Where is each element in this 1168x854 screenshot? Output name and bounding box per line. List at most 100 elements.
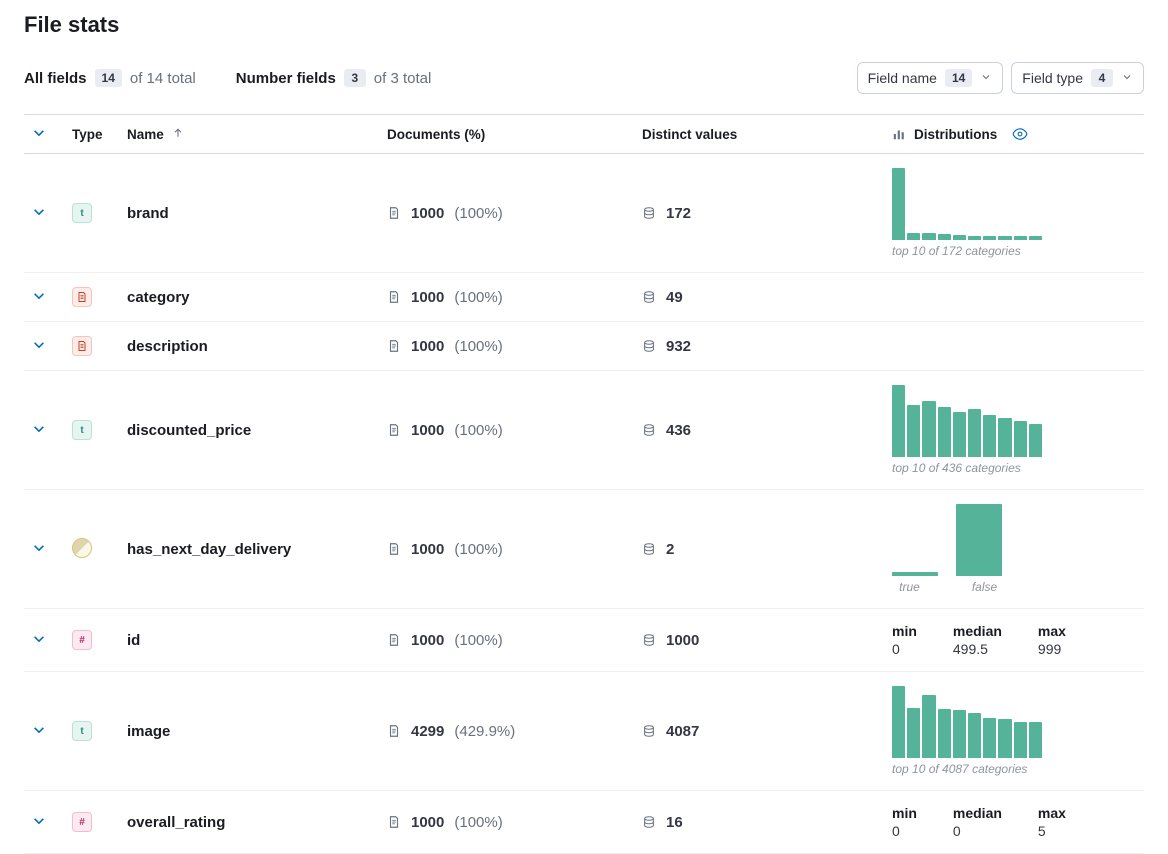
distribution-caption: top 10 of 436 categories bbox=[892, 461, 1136, 475]
number-fields-suffix: of 3 total bbox=[374, 70, 432, 87]
document-icon bbox=[387, 339, 401, 353]
database-icon bbox=[642, 633, 656, 647]
number-type-icon: # bbox=[72, 812, 92, 832]
expand-row-button[interactable] bbox=[32, 814, 46, 828]
table-row: t discounted_price 1000 (100%) 436 top 1… bbox=[24, 371, 1144, 490]
document-percentage: (100%) bbox=[454, 632, 502, 649]
expand-row-button[interactable] bbox=[32, 205, 46, 219]
field-name-filter-label: Field name bbox=[868, 70, 937, 86]
table-header-row: Type Name Documents (%) Distinct values … bbox=[24, 115, 1144, 154]
expand-row-button[interactable] bbox=[32, 289, 46, 303]
eye-icon[interactable] bbox=[1011, 125, 1029, 143]
text-type-icon: t bbox=[72, 721, 92, 741]
boolean-type-icon bbox=[72, 538, 92, 558]
field-type-filter-button[interactable]: Field type 4 bbox=[1011, 62, 1144, 94]
expand-row-button[interactable] bbox=[32, 632, 46, 646]
database-icon bbox=[642, 542, 656, 556]
expand-row-button[interactable] bbox=[32, 723, 46, 737]
distributions-column-header: Distributions bbox=[884, 115, 1144, 154]
distribution-sparkline: top 10 of 172 categories bbox=[892, 168, 1136, 258]
distinct-value-count: 4087 bbox=[666, 723, 699, 740]
document-icon bbox=[387, 206, 401, 220]
document-count: 1000 bbox=[411, 205, 444, 222]
text-type-icon: t bbox=[72, 203, 92, 223]
toolbar: All fields 14 of 14 total Number fields … bbox=[24, 54, 1144, 114]
database-icon bbox=[642, 423, 656, 437]
field-name: has_next_day_delivery bbox=[127, 541, 291, 558]
document-icon bbox=[387, 815, 401, 829]
table-row: # overall_rating 1000 (100%) 16 min0 med… bbox=[24, 791, 1144, 854]
name-column-label: Name bbox=[127, 127, 164, 142]
document-count: 1000 bbox=[411, 289, 444, 306]
distinct-value-count: 16 bbox=[666, 814, 683, 831]
distinct-column-header[interactable]: Distinct values bbox=[634, 115, 884, 154]
all-fields-suffix: of 14 total bbox=[130, 70, 196, 87]
document-percentage: (100%) bbox=[454, 422, 502, 439]
distinct-value-count: 436 bbox=[666, 422, 691, 439]
database-icon bbox=[642, 815, 656, 829]
field-name-filter-button[interactable]: Field name 14 bbox=[857, 62, 1004, 94]
document-percentage: (100%) bbox=[454, 205, 502, 222]
distinct-value-count: 2 bbox=[666, 541, 674, 558]
document-percentage: (100%) bbox=[454, 814, 502, 831]
document-percentage: (100%) bbox=[454, 289, 502, 306]
chevron-down-icon bbox=[1121, 70, 1133, 86]
database-icon bbox=[642, 724, 656, 738]
distribution-sparkline: top 10 of 436 categories bbox=[892, 385, 1136, 475]
expand-column-header[interactable] bbox=[24, 115, 64, 154]
table-row: has_next_day_delivery 1000 (100%) 2 true… bbox=[24, 490, 1144, 609]
document-type-icon bbox=[72, 336, 92, 356]
document-icon bbox=[387, 290, 401, 304]
document-icon bbox=[387, 724, 401, 738]
number-fields-label: Number fields bbox=[236, 70, 336, 87]
distribution-caption: top 10 of 4087 categories bbox=[892, 762, 1136, 776]
table-row: category 1000 (100%) 49 bbox=[24, 273, 1144, 322]
document-count: 4299 bbox=[411, 723, 444, 740]
field-name: image bbox=[127, 723, 170, 740]
document-icon bbox=[387, 542, 401, 556]
distinct-value-count: 932 bbox=[666, 338, 691, 355]
distribution-sparkline: truefalse bbox=[892, 504, 1136, 594]
document-count: 1000 bbox=[411, 814, 444, 831]
document-percentage: (429.9%) bbox=[454, 723, 515, 740]
document-count: 1000 bbox=[411, 632, 444, 649]
expand-row-button[interactable] bbox=[32, 338, 46, 352]
field-name: overall_rating bbox=[127, 814, 225, 831]
table-row: t image 4299 (429.9%) 4087 top 10 of 408… bbox=[24, 672, 1144, 791]
text-type-icon: t bbox=[72, 420, 92, 440]
all-fields-label: All fields bbox=[24, 70, 87, 87]
field-type-filter-label: Field type bbox=[1022, 70, 1083, 86]
table-row: t brand 1000 (100%) 172 top 10 of 172 ca… bbox=[24, 154, 1144, 273]
database-icon bbox=[642, 206, 656, 220]
field-name: category bbox=[127, 289, 190, 306]
chevron-down-icon bbox=[32, 126, 46, 140]
table-row: # id 1000 (100%) 1000 min0 median499.5 m… bbox=[24, 609, 1144, 672]
field-name: brand bbox=[127, 205, 169, 222]
distribution-caption: top 10 of 172 categories bbox=[892, 244, 1136, 258]
distributions-column-label: Distributions bbox=[914, 127, 997, 142]
numeric-stats: min0 median0 max5 bbox=[892, 805, 1136, 839]
expand-row-button[interactable] bbox=[32, 541, 46, 555]
documents-column-header[interactable]: Documents (%) bbox=[379, 115, 634, 154]
name-column-header[interactable]: Name bbox=[119, 115, 379, 154]
numeric-stats: min0 median499.5 max999 bbox=[892, 623, 1136, 657]
toolbar-left: All fields 14 of 14 total Number fields … bbox=[24, 69, 431, 87]
document-percentage: (100%) bbox=[454, 338, 502, 355]
field-name: id bbox=[127, 632, 140, 649]
field-name: discounted_price bbox=[127, 422, 251, 439]
chart-icon bbox=[892, 127, 906, 141]
document-count: 1000 bbox=[411, 541, 444, 558]
type-column-header[interactable]: Type bbox=[64, 115, 119, 154]
document-icon bbox=[387, 633, 401, 647]
document-count: 1000 bbox=[411, 338, 444, 355]
field-stats-table: Type Name Documents (%) Distinct values … bbox=[24, 114, 1144, 854]
distinct-value-count: 49 bbox=[666, 289, 683, 306]
document-icon bbox=[387, 423, 401, 437]
document-percentage: (100%) bbox=[454, 541, 502, 558]
number-type-icon: # bbox=[72, 630, 92, 650]
distinct-value-count: 172 bbox=[666, 205, 691, 222]
field-name-filter-count: 14 bbox=[945, 69, 972, 87]
expand-row-button[interactable] bbox=[32, 422, 46, 436]
distinct-value-count: 1000 bbox=[666, 632, 699, 649]
number-fields-count-badge: 3 bbox=[344, 69, 366, 87]
